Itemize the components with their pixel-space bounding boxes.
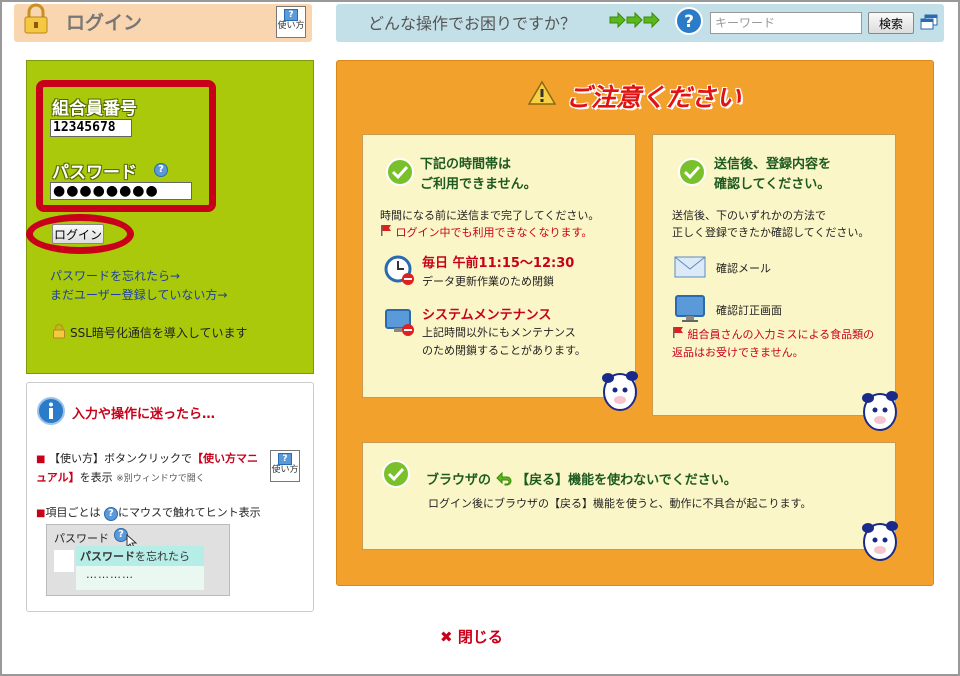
password-help-icon[interactable]: ? bbox=[154, 163, 168, 177]
password-input[interactable]: ●●●●●●●● bbox=[50, 182, 192, 200]
help-question-text: どんな操作でお困りですか？ bbox=[368, 14, 577, 33]
login-button[interactable]: ログイン bbox=[52, 224, 104, 244]
forgot-password-link[interactable]: パスワードを忘れたら→ bbox=[50, 267, 180, 284]
confirm-mail-label: 確認メール bbox=[716, 262, 771, 275]
card2-title-line2: 確認してください。 bbox=[714, 177, 831, 192]
maintenance-text1: 上記時間以外にもメンテナンス bbox=[422, 326, 576, 339]
card1-text2-row: ログイン中でも利用できなくなります。 bbox=[380, 224, 599, 241]
check-icon bbox=[678, 158, 706, 186]
card2-text2: 正しく登録できたか確認してください。 bbox=[672, 226, 870, 239]
mail-icon bbox=[674, 256, 706, 278]
card1-title-line1: 下記の時間帯は bbox=[420, 157, 512, 172]
ssl-lock-icon bbox=[53, 323, 65, 339]
card2-text1: 送信後、下のいずれかの方法で bbox=[672, 209, 826, 222]
svg-text:?: ? bbox=[684, 12, 694, 32]
manual-question-icon: ? bbox=[284, 9, 298, 21]
clock-icon bbox=[384, 255, 414, 285]
member-number-input[interactable]: 12345678 bbox=[50, 119, 132, 137]
daily-reason: データ更新作業のため閉鎖 bbox=[422, 275, 554, 288]
maintenance-text2: のため閉鎖することがあります。 bbox=[422, 344, 586, 357]
close-label: 閉じる bbox=[457, 628, 503, 646]
cow-mascot-icon bbox=[862, 521, 898, 561]
lock-icon bbox=[24, 3, 48, 34]
flag-icon bbox=[381, 225, 391, 236]
new-window-icon[interactable] bbox=[920, 14, 938, 30]
check-icon bbox=[386, 158, 414, 186]
help-bullet-manual: ■ 【使い方】ボタンクリックで【使い方マニュアル】を表示 ※別ウィンドウで開く bbox=[36, 452, 258, 484]
cow-mascot-icon bbox=[862, 391, 898, 431]
bullet1-text-b: を表示 bbox=[79, 471, 113, 484]
password-label: パスワード bbox=[52, 163, 137, 183]
card2-warning: 組合員さんの入力ミスによる食品類の返品はお受けできません。 bbox=[672, 326, 884, 362]
check-icon bbox=[382, 460, 410, 488]
question-icon[interactable]: ? bbox=[674, 6, 704, 36]
hint-password-label: パスワード bbox=[54, 532, 109, 545]
maintenance-title: システムメンテナンス bbox=[422, 308, 552, 323]
help-title: 入力や操作に迷ったら… bbox=[72, 407, 216, 422]
hint-question-icon: ? bbox=[103, 507, 118, 521]
flag-icon bbox=[673, 327, 683, 338]
monitor-icon bbox=[675, 295, 705, 322]
card2-text: 送信後、下のいずれかの方法で 正しく登録できたか確認してください。 bbox=[672, 207, 869, 241]
hint-popup-rest: を忘れたら bbox=[135, 550, 190, 563]
maintenance-text: 上記時間以外にもメンテナンス のため閉鎖することがあります。 bbox=[422, 324, 586, 360]
warning-icon bbox=[528, 80, 556, 105]
close-button[interactable]: ✖ 閉じる bbox=[440, 626, 503, 647]
manual-sample-label: 使い方 bbox=[271, 465, 299, 475]
ssl-notice: SSL暗号化通信を導入しています bbox=[70, 326, 248, 340]
card1-text: 時間になる前に送信まで完了してください。 ログイン中でも利用できなくなります。 bbox=[380, 207, 599, 241]
card3-title-b: 【戻る】機能を使わないでください。 bbox=[516, 473, 737, 488]
register-link[interactable]: まだユーザー登録していない方→ bbox=[50, 286, 227, 303]
info-icon bbox=[37, 397, 65, 425]
card1-text2: ログイン中でも利用できなくなります。 bbox=[395, 226, 593, 239]
manual-button-label: 使い方 bbox=[277, 21, 305, 31]
bullet1-text-a: 【使い方】ボタンクリックで bbox=[48, 452, 192, 465]
card1-title-line2: ご利用できません。 bbox=[420, 177, 537, 192]
back-arrow-icon bbox=[495, 471, 512, 486]
card3-text: ログイン後にブラウザの【戻る】機能を使うと、動作に不具合が起こります。 bbox=[428, 497, 812, 510]
manual-question-icon: ? bbox=[278, 453, 292, 465]
manual-button[interactable]: ? 使い方 bbox=[276, 6, 306, 38]
notice-title: ご注意ください bbox=[566, 83, 742, 112]
manual-button-sample[interactable]: ? 使い方 bbox=[270, 450, 300, 482]
arrows-icon bbox=[609, 12, 660, 28]
hint-field bbox=[54, 550, 74, 572]
login-header-bar bbox=[14, 4, 312, 42]
card2-warning-text: 組合員さんの入力ミスによる食品類の返品はお受けできません。 bbox=[672, 328, 875, 359]
close-icon: ✖ bbox=[440, 628, 453, 646]
monitor-maintenance-icon bbox=[385, 309, 414, 336]
card2-title: 送信後、登録内容を 確認してください。 bbox=[714, 155, 831, 195]
bullet2-text-a: 項目ごとは bbox=[45, 506, 101, 519]
hint-popup: パスワードを忘れたら bbox=[76, 546, 204, 566]
hint-popup-dots: ………… bbox=[76, 566, 204, 590]
login-title: ログイン bbox=[66, 12, 143, 34]
bullet1-small-note: ※別ウィンドウで開く bbox=[116, 474, 205, 484]
bullet2-text-b: にマウスで触れてヒント表示 bbox=[117, 506, 261, 519]
confirm-screen-label: 確認訂正画面 bbox=[716, 304, 782, 317]
search-button[interactable]: 検索 bbox=[868, 12, 914, 34]
card1-text1: 時間になる前に送信まで完了してください。 bbox=[380, 209, 600, 222]
member-number-label: 組合員番号 bbox=[52, 99, 137, 119]
card3-title: ブラウザの 【戻る】機能を使わないでください。 bbox=[426, 469, 737, 488]
card3-title-a: ブラウザの bbox=[426, 473, 492, 488]
card2-title-line1: 送信後、登録内容を bbox=[714, 157, 832, 172]
keyword-search-input[interactable] bbox=[710, 12, 862, 34]
hint-popup-bold: パスワード bbox=[80, 550, 135, 563]
daily-hours: 毎日 午前11:15～12:30 bbox=[422, 256, 575, 271]
help-bullet-hint: ■項目ごとは ? にマウスで触れてヒント表示 bbox=[36, 506, 261, 521]
cow-mascot-icon bbox=[602, 371, 638, 411]
card1-title: 下記の時間帯は ご利用できません。 bbox=[420, 155, 537, 195]
